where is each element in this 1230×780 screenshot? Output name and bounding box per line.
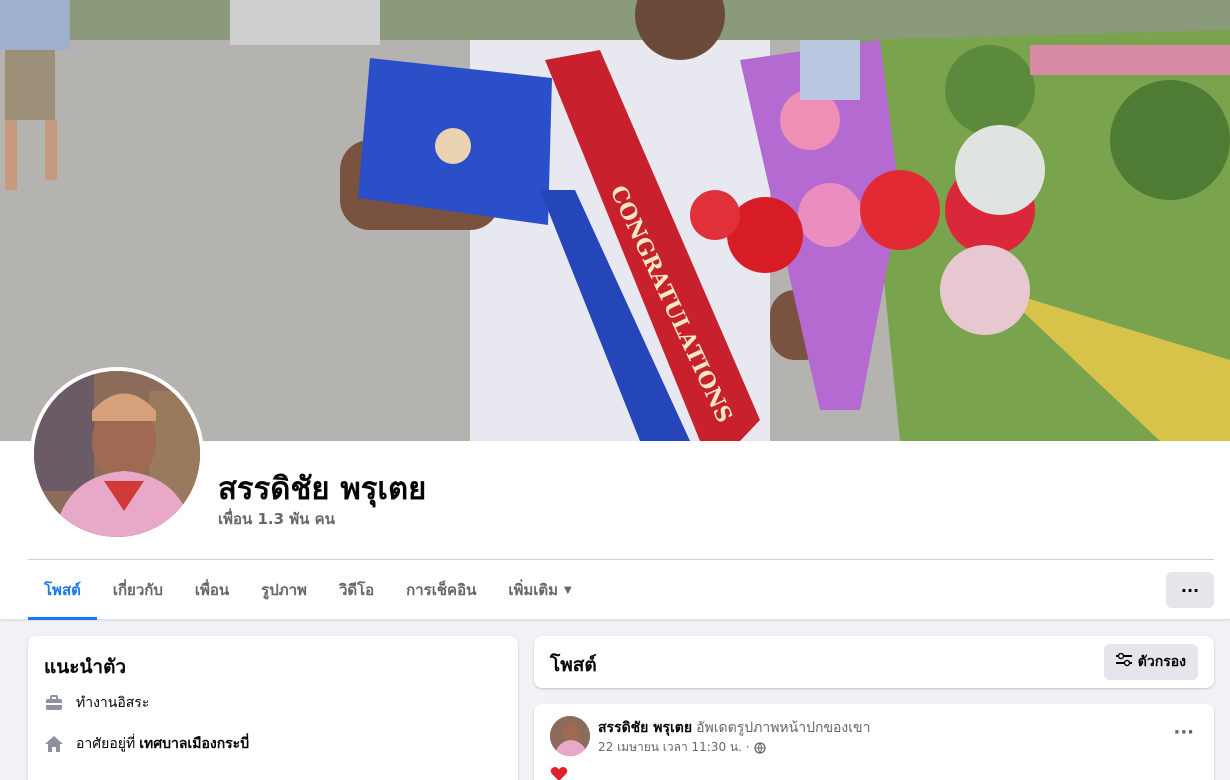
- posts-header-card: โพสต์ ตัวกรอง: [534, 636, 1214, 688]
- heart-icon: [550, 766, 568, 780]
- cover-photo[interactable]: CONGRATULATIONS: [0, 0, 1230, 441]
- intro-title: แนะนำตัว: [44, 656, 127, 678]
- tab-about[interactable]: เกี่ยวกับ: [97, 560, 179, 620]
- intro-lives-prefix: อาศัยอยู่ที่: [76, 736, 136, 752]
- intro-lives: อาศัยอยู่ที่ เทศบาลเมืองกระบี่: [44, 733, 249, 755]
- tab-videos[interactable]: วิดีโอ: [323, 560, 390, 620]
- tab-label: วิดีโอ: [338, 581, 375, 599]
- post-header: สรรดิชัย พรุเตย อัพเดตรูปภาพหน้าปกของเขา: [598, 717, 870, 739]
- caret-down-icon: ▼: [564, 584, 572, 596]
- profile-name: สรรดิชัย พรุเตย: [218, 471, 427, 507]
- tab-checkins[interactable]: การเช็คอิน: [390, 560, 492, 620]
- post-timestamp[interactable]: 22 เมษายน เวลา 11:30 น. ·: [598, 738, 750, 757]
- filter-button[interactable]: ตัวกรอง: [1103, 644, 1198, 680]
- intro-work-text: ทำงานอิสระ: [76, 695, 150, 711]
- post-card: สรรดิชัย พรุเตย อัพเดตรูปภาพหน้าปกของเขา …: [534, 704, 1214, 780]
- post-author-avatar[interactable]: [550, 716, 590, 756]
- tab-label: เกี่ยวกับ: [112, 581, 163, 599]
- briefcase-icon: [44, 693, 64, 713]
- filter-icon: [1115, 652, 1132, 671]
- filter-label: ตัวกรอง: [1137, 654, 1186, 670]
- tab-more[interactable]: เพิ่มเติม ▼: [492, 560, 587, 620]
- friends-count[interactable]: เพื่อน 1.3 พัน คน: [218, 507, 335, 531]
- intro-card: แนะนำตัว ทำงานอิสระ อาศัยอยู่ที่ เทศบาลเ…: [28, 636, 518, 780]
- tab-label: รูปภาพ: [261, 581, 307, 599]
- tab-friends[interactable]: เพื่อน: [179, 560, 245, 620]
- tab-posts[interactable]: โพสต์: [28, 560, 97, 620]
- tab-label: เพิ่มเติม: [508, 581, 559, 599]
- home-icon: [44, 734, 64, 754]
- globe-icon: [753, 741, 766, 754]
- more-options-button[interactable]: ···: [1166, 572, 1214, 608]
- tab-photos[interactable]: รูปภาพ: [245, 560, 323, 620]
- intro-work: ทำงานอิสระ: [44, 692, 149, 714]
- tab-label: เพื่อน: [194, 581, 230, 599]
- intro-lives-place[interactable]: เทศบาลเมืองกระบี่: [139, 733, 249, 755]
- cover-image: CONGRATULATIONS: [0, 0, 1230, 441]
- post-menu-button[interactable]: ···: [1173, 722, 1194, 743]
- post-author-name[interactable]: สรรดิชัย พรุเตย: [598, 720, 692, 736]
- profile-avatar[interactable]: [30, 367, 204, 541]
- post-meta: 22 เมษายน เวลา 11:30 น. ·: [598, 738, 766, 757]
- tab-label: โพสต์: [44, 581, 81, 599]
- profile-tabs: โพสต์ เกี่ยวกับ เพื่อน รูปภาพ วิดีโอ การ…: [28, 560, 588, 620]
- post-action-text: อัพเดตรูปภาพหน้าปกของเขา: [696, 720, 871, 736]
- tab-label: การเช็คอิน: [406, 581, 477, 599]
- posts-title: โพสต์: [550, 654, 597, 676]
